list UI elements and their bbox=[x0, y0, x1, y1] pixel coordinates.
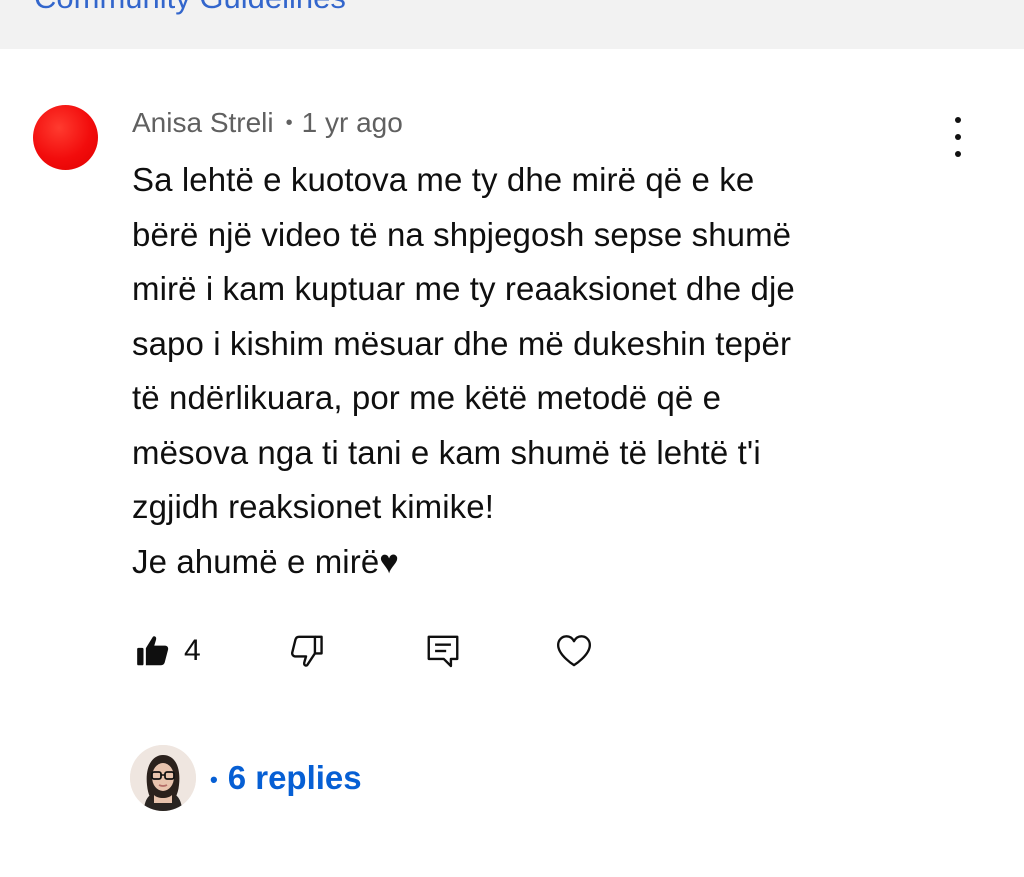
heart-button[interactable] bbox=[553, 629, 595, 673]
comment-text-line: zgjidh reaksionet kimike! bbox=[132, 488, 494, 525]
author-name[interactable]: Anisa Streli bbox=[132, 107, 274, 139]
comment-text-line: mirë i kam kuptuar me ty reaaksionet dhe… bbox=[132, 270, 795, 307]
comment-text-line: Je ahumë e mirë♥ bbox=[132, 542, 399, 580]
top-banner: Community Guidelines bbox=[0, 0, 1024, 49]
replies-count-label: • 6 replies bbox=[210, 759, 362, 797]
comment-thread: Anisa Streli • 1 yr ago Sa lehtë e kuoto… bbox=[0, 49, 1024, 877]
reply-button[interactable] bbox=[424, 629, 462, 673]
comment-text-line: bërë një video të na shpjegosh sepse shu… bbox=[132, 215, 792, 253]
comment-text-line: sapo i kishim mësuar dhe më dukeshin tep… bbox=[132, 324, 792, 362]
comment-text-line: mësova nga ti tani e kam shumë të lehtë … bbox=[132, 433, 761, 471]
heart-outline-icon bbox=[557, 635, 591, 667]
comment-meta: Anisa Streli • 1 yr ago bbox=[132, 106, 403, 140]
kebab-dot bbox=[955, 151, 961, 157]
view-replies-button[interactable]: • 6 replies bbox=[130, 744, 362, 812]
kebab-dot bbox=[955, 134, 961, 140]
dislike-button[interactable] bbox=[288, 629, 326, 673]
comment-actions: 4 bbox=[0, 629, 1024, 673]
replies-separator: • bbox=[210, 767, 218, 793]
creator-avatar bbox=[130, 745, 196, 811]
creator-avatar-image bbox=[130, 745, 196, 811]
like-count: 4 bbox=[184, 634, 201, 667]
meta-separator: • bbox=[285, 111, 293, 134]
comment-text: Sa lehtë e kuotova me ty dhe mirë që e k… bbox=[132, 153, 952, 589]
replies-count-text: 6 replies bbox=[227, 759, 362, 796]
comment-timestamp: 1 yr ago bbox=[301, 107, 403, 138]
thumbs-down-outline-icon bbox=[291, 635, 323, 667]
author-avatar[interactable] bbox=[33, 105, 98, 170]
kebab-dot bbox=[955, 117, 961, 123]
more-options-icon[interactable] bbox=[941, 117, 975, 157]
like-button[interactable]: 4 bbox=[134, 629, 201, 673]
comment-text-line: të ndërlikuara, por me këtë metodë që e bbox=[132, 379, 722, 416]
comment-reply-icon bbox=[427, 635, 459, 668]
thumbs-up-filled-icon bbox=[137, 636, 169, 666]
community-guidelines-link[interactable]: Community Guidelines bbox=[34, 0, 346, 16]
comment-text-line: Sa lehtë e kuotova me ty dhe mirë që e k… bbox=[132, 161, 755, 198]
